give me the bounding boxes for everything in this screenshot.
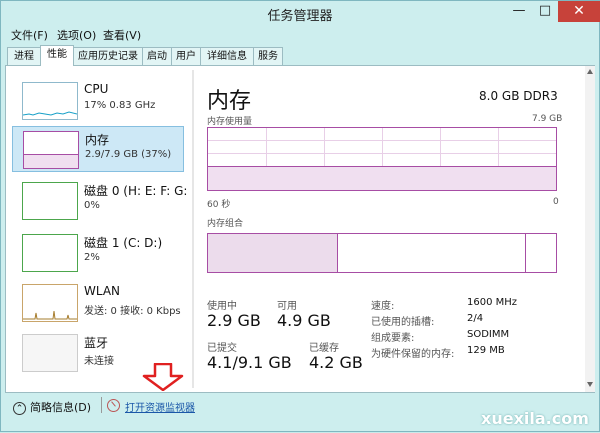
cached-label: 已缓存 bbox=[309, 343, 339, 354]
memory-usage-max: 7.9 GB bbox=[532, 114, 563, 124]
menu-file[interactable]: 文件(F) bbox=[11, 27, 48, 43]
sidebar-disk0-value: 0% bbox=[84, 200, 100, 211]
slots-key: 已使用的插槽: bbox=[371, 317, 435, 328]
memory-usage-graph bbox=[207, 127, 557, 191]
memory-spec: 8.0 GB DDR3 bbox=[479, 89, 558, 103]
bluetooth-thumbnail bbox=[22, 334, 78, 372]
cached-value: 4.2 GB bbox=[309, 353, 363, 372]
hardware-reserved-value: 129 MB bbox=[467, 345, 505, 356]
sidebar-bluetooth-value: 未连接 bbox=[84, 356, 114, 367]
minimize-button[interactable]: — bbox=[506, 1, 532, 22]
wlan-thumbnail bbox=[22, 284, 78, 322]
graph-time-right: 0 bbox=[553, 197, 559, 207]
memory-heading: 内存 bbox=[207, 89, 252, 114]
form-factor-key: 组成要素: bbox=[371, 333, 415, 344]
pane-splitter[interactable] bbox=[192, 70, 194, 388]
vertical-scrollbar[interactable] bbox=[585, 66, 595, 392]
available-value: 4.9 GB bbox=[277, 311, 331, 330]
composition-in-use bbox=[208, 234, 338, 272]
sidebar-disk1-value: 2% bbox=[84, 252, 100, 263]
sidebar-item-memory[interactable]: 内存 2.9/7.9 GB (37%) bbox=[12, 126, 184, 172]
site-watermark: xuexila.com bbox=[481, 409, 589, 428]
performance-panel: CPU 17% 0.83 GHz 内存 2.9/7.9 GB (37%) 磁盘 … bbox=[5, 65, 595, 393]
disk0-thumbnail bbox=[22, 182, 78, 220]
sidebar-cpu-value: 17% 0.83 GHz bbox=[84, 100, 156, 111]
memory-usage-fill bbox=[208, 166, 556, 190]
hardware-reserved-key: 为硬件保留的内存: bbox=[371, 349, 455, 360]
chevron-up-icon: ⌃ bbox=[13, 401, 26, 415]
memory-composition-bar bbox=[207, 233, 557, 273]
tab-app-history[interactable]: 应用历史记录 bbox=[73, 47, 143, 65]
disk1-thumbnail bbox=[22, 234, 78, 272]
close-button[interactable]: ✕ bbox=[558, 1, 600, 22]
sidebar-item-wlan[interactable]: WLAN 发送: 0 接收: 0 Kbps bbox=[12, 280, 184, 326]
available-label: 可用 bbox=[277, 301, 297, 312]
sidebar-bluetooth-name: 蓝牙 bbox=[84, 336, 109, 350]
fewer-details-button[interactable]: ⌃ 简略信息(D) bbox=[13, 399, 91, 415]
sidebar-wlan-name: WLAN bbox=[84, 284, 121, 298]
sidebar-memory-value: 2.9/7.9 GB (37%) bbox=[85, 149, 172, 160]
in-use-value: 2.9 GB bbox=[207, 311, 261, 330]
menu-bar: 文件(F) 选项(O) 查看(V) bbox=[1, 25, 599, 43]
sidebar-cpu-name: CPU bbox=[84, 82, 109, 96]
wlan-sparkline bbox=[23, 310, 77, 320]
cpu-sparkline bbox=[23, 111, 77, 116]
slots-value: 2/4 bbox=[467, 313, 484, 324]
sidebar-item-cpu[interactable]: CPU 17% 0.83 GHz bbox=[12, 78, 184, 124]
committed-label: 已提交 bbox=[207, 343, 237, 354]
cpu-thumbnail bbox=[22, 82, 78, 120]
speed-key: 速度: bbox=[371, 301, 395, 312]
tab-services[interactable]: 服务 bbox=[253, 47, 283, 65]
title-bar: 任务管理器 — □ ✕ bbox=[1, 1, 600, 25]
speed-value: 1600 MHz bbox=[467, 297, 518, 308]
memory-thumbnail bbox=[23, 131, 79, 169]
tab-users[interactable]: 用户 bbox=[171, 47, 201, 65]
menu-options[interactable]: 选项(O) bbox=[57, 27, 96, 43]
committed-value: 4.1/9.1 GB bbox=[207, 353, 292, 372]
memory-usage-label: 内存使用量 bbox=[207, 117, 253, 127]
open-resource-monitor-link[interactable]: 打开资源监视器 bbox=[125, 399, 195, 414]
form-factor-value: SODIMM bbox=[467, 329, 510, 340]
sidebar-wlan-value: 发送: 0 接收: 0 Kbps bbox=[84, 306, 181, 317]
tab-processes[interactable]: 进程 bbox=[7, 47, 41, 65]
tab-startup[interactable]: 启动 bbox=[142, 47, 172, 65]
in-use-label: 使用中 bbox=[207, 301, 237, 312]
composition-standby bbox=[337, 234, 526, 272]
resource-monitor-icon bbox=[107, 399, 120, 412]
tab-details[interactable]: 详细信息 bbox=[200, 47, 254, 65]
scroll-up-arrow-icon[interactable] bbox=[587, 69, 593, 74]
maximize-button[interactable]: □ bbox=[532, 1, 558, 22]
footer-separator bbox=[101, 397, 102, 413]
menu-view[interactable]: 查看(V) bbox=[103, 27, 141, 43]
sidebar-item-disk1[interactable]: 磁盘 1 (C: D:) 2% bbox=[12, 230, 184, 276]
sidebar-disk1-name: 磁盘 1 (C: D:) bbox=[84, 236, 163, 250]
fewer-details-label: 简略信息(D) bbox=[30, 401, 92, 414]
red-down-arrow-icon bbox=[142, 363, 184, 391]
tab-performance[interactable]: 性能 bbox=[40, 45, 74, 66]
memory-composition-label: 内存组合 bbox=[207, 219, 244, 229]
sidebar-disk0-name: 磁盘 0 (H: E: F: G: bbox=[84, 184, 188, 198]
sidebar-memory-name: 内存 bbox=[85, 133, 110, 147]
scroll-down-arrow-icon[interactable] bbox=[587, 382, 593, 387]
task-manager-window: 任务管理器 — □ ✕ 文件(F) 选项(O) 查看(V) 进程 性能 应用历史… bbox=[0, 0, 600, 432]
sidebar-item-disk0[interactable]: 磁盘 0 (H: E: F: G: 0% bbox=[12, 178, 188, 224]
graph-time-left: 60 秒 bbox=[207, 200, 231, 210]
